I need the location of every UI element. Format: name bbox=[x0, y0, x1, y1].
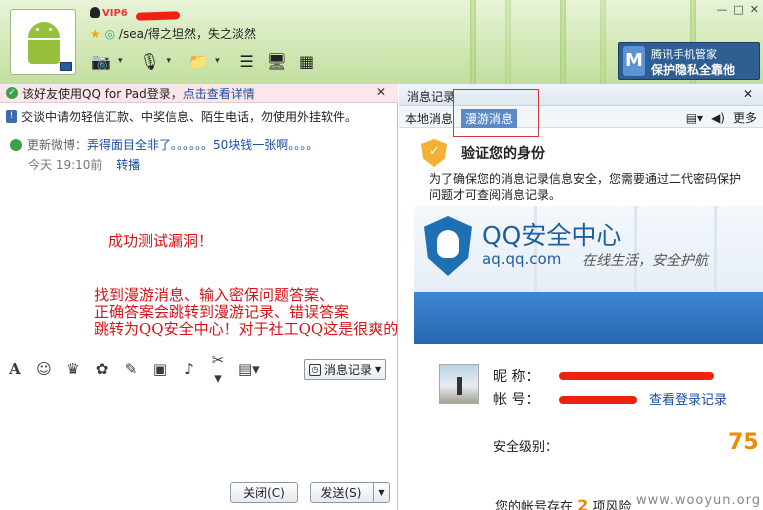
redacted-nickname bbox=[135, 11, 181, 21]
view-login-records-link[interactable]: 查看登录记录 bbox=[649, 389, 727, 408]
chevron-down-icon[interactable]: ▾ bbox=[215, 56, 220, 66]
chat-toolbar: 📷 ▾ 🎙 ▾ 📁 ▾ ☰ 🖥 ▦ bbox=[88, 45, 320, 77]
window-controls: — □ ✕ bbox=[716, 3, 759, 16]
magic-face-icon[interactable]: ♛ bbox=[64, 360, 82, 378]
chevron-down-icon[interactable]: ▾ bbox=[167, 56, 172, 66]
chevron-down-icon[interactable]: ▾ bbox=[118, 56, 123, 66]
remote-desktop-icon[interactable]: 🖥 bbox=[264, 48, 290, 74]
video-call-icon[interactable]: 📷 bbox=[88, 48, 114, 74]
security-level-label: 安全级别： bbox=[493, 440, 559, 455]
close-notice-icon[interactable]: ✕ bbox=[376, 85, 386, 99]
vip-badge: VIP6 bbox=[102, 8, 128, 19]
info-shield-icon: ! bbox=[6, 110, 17, 123]
close-panel-icon[interactable]: ✕ bbox=[743, 87, 753, 101]
ad-line-2: 保护隐私全靠他 bbox=[651, 63, 736, 77]
banner-url: aq.qq.com bbox=[482, 250, 562, 268]
check-icon: ✓ bbox=[6, 87, 18, 99]
pad-device-icon bbox=[60, 62, 72, 71]
account-label: 帐 号： bbox=[493, 392, 540, 408]
verify-heading: 验证您的身份 bbox=[421, 139, 545, 167]
qq-phone-manager-ad[interactable]: M 腾讯手机管家 保护隐私全靠他 bbox=[618, 42, 760, 80]
risk-count: 2 bbox=[577, 496, 589, 510]
qq-security-shield-icon bbox=[424, 216, 472, 276]
wooyun-watermark: www.wooyun.org bbox=[635, 493, 761, 508]
close-icon[interactable]: ✕ bbox=[750, 3, 759, 16]
message-manager-icon[interactable]: ▤▾ bbox=[686, 111, 703, 125]
retweet-link[interactable]: 转播 bbox=[116, 158, 140, 172]
shield-check-icon bbox=[421, 139, 447, 167]
banner-nav-bar bbox=[414, 292, 763, 344]
doodle-icon[interactable]: ✿ bbox=[93, 360, 111, 378]
message-record-label: 消息记录 bbox=[324, 363, 373, 377]
weibo-prefix: 更新微博： bbox=[27, 138, 88, 152]
emoji-icon[interactable]: ☺ bbox=[35, 360, 53, 378]
tab-local-messages[interactable]: 本地消息 bbox=[405, 110, 453, 127]
ad-line-1: 腾讯手机管家 bbox=[651, 48, 717, 61]
security-score: 75 bbox=[728, 430, 759, 455]
redacted-nickname-value bbox=[559, 372, 714, 380]
send-button[interactable]: 发送(S) ▼ bbox=[310, 482, 390, 503]
risk-suffix: 项风险 bbox=[592, 500, 632, 510]
verify-description: 为了确保您的消息记录信息安全，您需要通过二代密码保护问题才可查阅消息记录。 bbox=[429, 172, 742, 202]
weibo-icon: ◎ bbox=[104, 27, 116, 41]
friend-signature: /sea/得之坦然，失之淡然 bbox=[118, 27, 256, 41]
notice-text: 该好友使用QQ for Pad登录， bbox=[22, 86, 183, 101]
font-icon[interactable]: A bbox=[6, 360, 24, 378]
verify-title-text: 验证您的身份 bbox=[461, 146, 545, 162]
nickname-label: 昵 称： bbox=[493, 369, 540, 385]
weibo-icon bbox=[10, 138, 22, 151]
send-options-chevron-icon[interactable]: ▼ bbox=[373, 483, 389, 502]
clock-icon: ◷ bbox=[309, 363, 321, 376]
message-record-button[interactable]: ◷ 消息记录 ▼ bbox=[304, 359, 386, 380]
risk-warning: 您的帐号存在 2 项风险 bbox=[495, 496, 631, 510]
weibo-update: 更新微博： 弄得面目全非了。。。。。。50块钱一张啊。。。。 bbox=[10, 136, 318, 153]
banner-title: QQ安全中心 bbox=[482, 221, 622, 250]
minimize-icon[interactable]: — bbox=[716, 3, 727, 16]
maximize-icon[interactable]: □ bbox=[733, 3, 743, 16]
pad-login-notice: ✓ 该好友使用QQ for Pad登录， 点击查看详情 ✕ bbox=[0, 84, 398, 103]
close-button[interactable]: 关闭(C) bbox=[230, 482, 298, 503]
app-list-icon[interactable]: ☰ bbox=[234, 48, 260, 74]
risk-prefix: 您的帐号存在 bbox=[495, 500, 574, 510]
weibo-content-link[interactable]: 弄得面目全非了。。。。。。50块钱一张啊。。。。 bbox=[87, 136, 318, 153]
voice-call-icon[interactable]: 🎙 bbox=[137, 48, 163, 74]
calendar-icon[interactable]: ▤▾ bbox=[238, 360, 260, 378]
annotation-success: 成功测试漏洞！ bbox=[108, 232, 214, 250]
apps-icon[interactable]: ▦ bbox=[294, 48, 320, 74]
qq-security-center-banner: QQ安全中心 aq.qq.com 在线生活，安全护航 bbox=[414, 206, 763, 292]
redacted-account-value bbox=[559, 396, 637, 404]
notice-details-link[interactable]: 点击查看详情 bbox=[183, 85, 255, 102]
chat-panel: ✓ 该好友使用QQ for Pad登录， 点击查看详情 ✕ ! 交谈中请勿轻信汇… bbox=[0, 84, 434, 510]
account-avatar bbox=[439, 364, 479, 404]
send-file-icon[interactable]: 📁 bbox=[185, 48, 211, 74]
edit-icon[interactable]: ✎ bbox=[122, 360, 140, 378]
music-icon[interactable]: ♪ bbox=[180, 360, 198, 378]
star-icon: ★ bbox=[90, 27, 101, 41]
friend-avatar[interactable] bbox=[10, 9, 76, 75]
speaker-icon[interactable]: ◀) bbox=[711, 111, 725, 125]
more-button[interactable]: 更多 bbox=[733, 109, 757, 126]
annotation-highlight-box bbox=[453, 89, 539, 137]
send-label: 发送(S) bbox=[320, 486, 362, 500]
banner-slogan: 在线生活，安全护航 bbox=[582, 253, 708, 269]
chevron-down-icon: ▼ bbox=[375, 365, 382, 374]
weibo-timestamp: 今天 19:10前 bbox=[28, 158, 103, 172]
chat-window-header: VIP6 ★ ◎ /sea/得之坦然，失之淡然 📷 ▾ 🎙 ▾ 📁 ▾ ☰ 🖥 ▦ —… bbox=[0, 0, 763, 84]
qqguard-logo-icon: M bbox=[623, 46, 645, 76]
image-icon[interactable]: ▣ bbox=[151, 360, 169, 378]
penguin-icon bbox=[90, 7, 100, 18]
warning-text: 交谈中请勿轻信汇款、中奖信息、陌生电话，勿使用外挂软件。 bbox=[21, 110, 358, 124]
message-record-panel: 消息记录 ✕ 本地消息 漫游消息 ▤▾ ◀) 更多 验证您的身份 为了确保您的消… bbox=[399, 84, 763, 510]
safety-warning: ! 交谈中请勿轻信汇款、中奖信息、陌生电话，勿使用外挂软件。 bbox=[6, 108, 357, 125]
screenshot-scissors-icon[interactable]: ✂▾ bbox=[209, 351, 227, 387]
panel-title: 消息记录 bbox=[407, 90, 456, 104]
